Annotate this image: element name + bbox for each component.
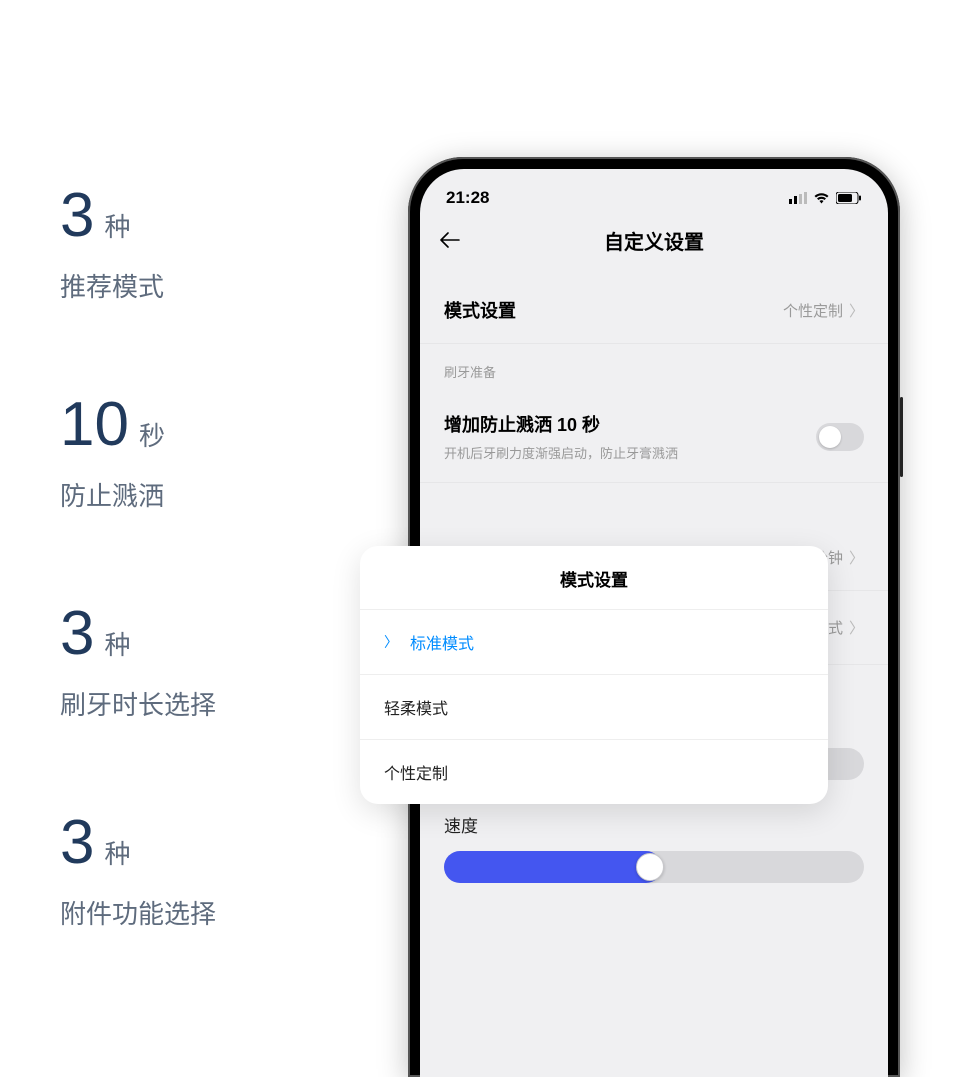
popup-option-custom[interactable]: 个性定制 (360, 739, 828, 804)
chevron-right-icon: 〉 (849, 547, 864, 568)
feature-number: 3 (60, 603, 94, 665)
section-label-prep: 刷牙准备 (420, 344, 888, 391)
feature-label: 附件功能选择 (60, 894, 360, 931)
status-icons (789, 192, 862, 204)
mode-popup: 模式设置 〉 标准模式 轻柔模式 个性定制 (360, 546, 828, 804)
popup-option-label: 个性定制 (384, 760, 448, 784)
nav-header: 自定义设置 (420, 213, 888, 267)
popup-option-label: 标准模式 (410, 630, 474, 654)
slider-label: 速度 (444, 812, 864, 837)
page-title: 自定义设置 (420, 226, 888, 255)
row-splash-protection: 增加防止溅洒 10 秒 开机后牙刷力度渐强启动，防止牙膏溅洒 (420, 391, 888, 483)
feature-item: 3 种 附件功能选择 (60, 812, 360, 931)
feature-number: 3 (60, 812, 94, 874)
splash-toggle[interactable] (816, 423, 864, 451)
popup-title: 模式设置 (360, 546, 828, 609)
popup-option-gentle[interactable]: 轻柔模式 (360, 674, 828, 739)
status-bar: 21:28 (420, 169, 888, 213)
feature-list: 3 种 推荐模式 10 秒 防止溅洒 3 种 刷牙时长选择 3 种 附件功能选择 (60, 185, 360, 1021)
feature-unit: 种 (104, 834, 130, 871)
slider-fill (444, 851, 662, 883)
feature-item: 3 种 推荐模式 (60, 185, 360, 304)
feature-label: 推荐模式 (60, 267, 360, 304)
signal-icon (789, 192, 807, 204)
row-title: 增加防止溅洒 10 秒 (444, 411, 816, 437)
chevron-right-icon: 〉 (849, 300, 864, 321)
feature-number: 10 (60, 394, 129, 456)
chevron-right-icon: 〉 (384, 632, 400, 652)
row-subtitle: 开机后牙刷力度渐强启动，防止牙膏溅洒 (444, 443, 816, 462)
chevron-right-icon: 〉 (849, 617, 864, 638)
status-time: 21:28 (446, 188, 489, 208)
row-title: 模式设置 (444, 297, 783, 323)
speed-slider[interactable] (444, 851, 864, 883)
feature-unit: 种 (104, 625, 130, 662)
row-value: 个性定制 (783, 300, 843, 321)
feature-label: 刷牙时长选择 (60, 685, 360, 722)
feature-unit: 种 (104, 207, 130, 244)
feature-item: 10 秒 防止溅洒 (60, 394, 360, 513)
phone-side-button (900, 397, 903, 477)
slider-thumb[interactable] (636, 853, 664, 881)
battery-icon (836, 192, 862, 204)
feature-item: 3 种 刷牙时长选择 (60, 603, 360, 722)
wifi-icon (813, 192, 830, 204)
slider-speed-group: 速度 (420, 804, 888, 907)
feature-number: 3 (60, 185, 94, 247)
popup-option-label: 轻柔模式 (384, 695, 448, 719)
feature-label: 防止溅洒 (60, 476, 360, 513)
popup-option-standard[interactable]: 〉 标准模式 (360, 609, 828, 674)
feature-unit: 秒 (139, 416, 165, 453)
row-mode-setting[interactable]: 模式设置 个性定制 〉 (420, 277, 888, 344)
